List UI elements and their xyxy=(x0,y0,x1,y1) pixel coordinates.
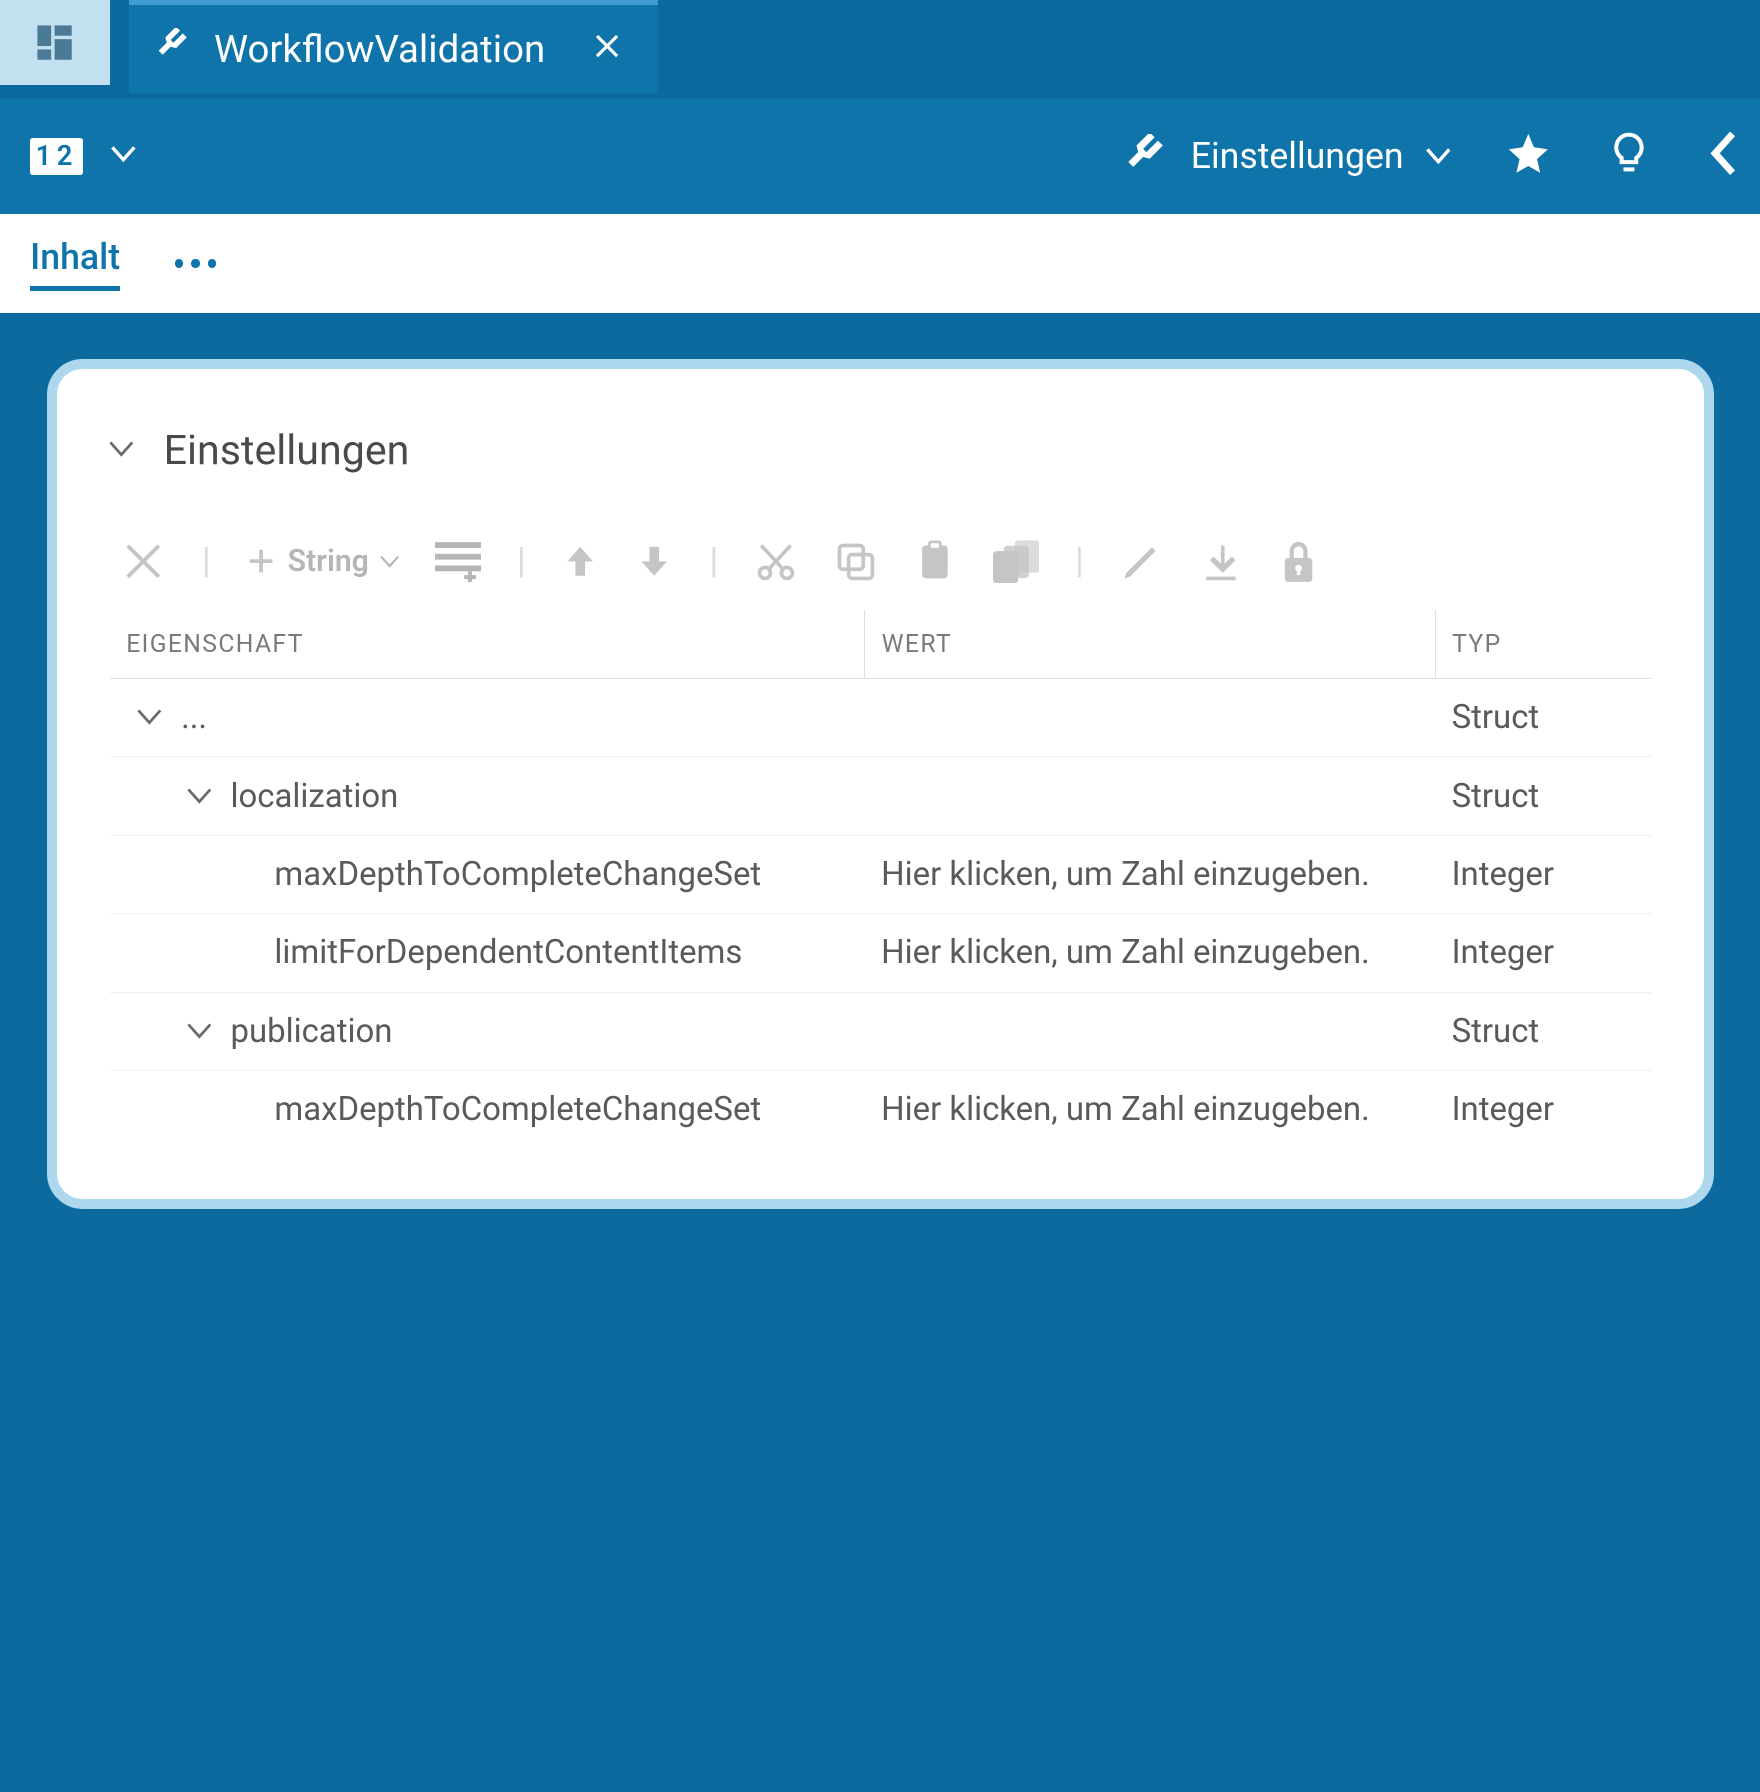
tab-row: WorkflowValidation xyxy=(0,0,1760,99)
scissors-icon xyxy=(754,540,798,584)
value-cell xyxy=(865,678,1435,756)
type-cell: Struct xyxy=(1435,757,1651,835)
duplicate-button[interactable] xyxy=(993,540,1040,584)
chevron-down-icon xyxy=(111,146,136,162)
tab-close-button[interactable] xyxy=(592,31,622,67)
value-cell xyxy=(865,757,1435,835)
type-cell: Struct xyxy=(1435,992,1651,1070)
dot-icon xyxy=(208,259,216,267)
settings-dropdown[interactable]: Einstellungen xyxy=(1125,134,1450,178)
paste-icon xyxy=(913,540,957,584)
value-cell[interactable]: Hier klicken, um Zahl einzugeben. xyxy=(865,914,1435,992)
value-cell[interactable]: Hier klicken, um Zahl einzugeben. xyxy=(865,835,1435,913)
type-selector-label: String xyxy=(288,544,369,579)
lock-button[interactable] xyxy=(1278,538,1319,585)
list-add-button[interactable] xyxy=(435,541,482,582)
duplicate-icon xyxy=(993,540,1040,584)
table-row[interactable]: publication Struct xyxy=(109,992,1651,1070)
arrow-up-icon xyxy=(561,538,599,585)
chevron-down-icon xyxy=(109,441,134,457)
chevron-down-icon xyxy=(187,1023,212,1039)
col-property[interactable]: Eigenschaft xyxy=(109,610,864,678)
property-name: limitForDependentContentItems xyxy=(274,933,742,972)
subtab-row: Inhalt xyxy=(0,214,1760,313)
struct-table: Eigenschaft Wert Typ ...Structlocalizati… xyxy=(109,609,1652,1149)
copy-button[interactable] xyxy=(834,540,878,584)
subtab-content[interactable]: Inhalt xyxy=(30,236,120,291)
cut-button[interactable] xyxy=(754,540,798,584)
value-cell[interactable]: Hier klicken, um Zahl einzugeben. xyxy=(865,1070,1435,1148)
lock-icon xyxy=(1278,538,1319,585)
property-name: maxDepthToCompleteChangeSet xyxy=(274,1090,761,1129)
favorite-button[interactable] xyxy=(1505,130,1552,183)
dot-icon xyxy=(191,259,199,267)
locale-badge[interactable]: 12 xyxy=(30,138,83,175)
download-icon xyxy=(1199,540,1243,584)
tab-title: WorkflowValidation xyxy=(214,27,545,72)
download-button[interactable] xyxy=(1199,540,1243,584)
separator: | xyxy=(710,540,719,582)
col-type[interactable]: Typ xyxy=(1435,610,1651,678)
content-panel: Einstellungen | String | xyxy=(47,359,1714,1208)
row-expand-button[interactable] xyxy=(137,709,162,725)
table-row[interactable]: maxDepthToCompleteChangeSet Hier klicken,… xyxy=(109,1070,1651,1148)
property-name: maxDepthToCompleteChangeSet xyxy=(274,855,761,894)
table-row[interactable]: ... Struct xyxy=(109,678,1651,756)
property-name: localization xyxy=(230,777,398,816)
more-tabs-button[interactable] xyxy=(175,259,216,267)
plus-icon xyxy=(246,546,276,576)
section-title: Einstellungen xyxy=(164,427,410,475)
property-name: ... xyxy=(181,698,207,737)
type-cell: Integer xyxy=(1435,1070,1651,1148)
table-row[interactable]: maxDepthToCompleteChangeSet Hier klicken,… xyxy=(109,835,1651,913)
type-cell: Integer xyxy=(1435,835,1651,913)
wrench-icon xyxy=(1125,134,1169,178)
star-icon xyxy=(1505,130,1552,177)
section-header: Einstellungen xyxy=(109,427,1652,475)
move-down-button[interactable] xyxy=(635,538,673,585)
separator: | xyxy=(1075,540,1084,582)
settings-label: Einstellungen xyxy=(1191,135,1404,177)
value-cell xyxy=(865,992,1435,1070)
lightbulb-icon xyxy=(1607,131,1651,175)
struct-toolbar: | String | | xyxy=(109,538,1652,609)
settings-wrench-icon xyxy=(156,28,192,70)
copy-icon xyxy=(834,540,878,584)
toolbar: 12 Einstellungen xyxy=(0,99,1760,214)
chevron-down-icon xyxy=(380,555,399,569)
separator: | xyxy=(202,540,211,582)
delete-button[interactable] xyxy=(120,538,167,585)
active-tab[interactable]: WorkflowValidation xyxy=(129,0,658,93)
locale-dropdown-button[interactable] xyxy=(111,144,136,169)
type-cell: Integer xyxy=(1435,914,1651,992)
dashboard-home-button[interactable] xyxy=(0,0,110,85)
chevron-left-icon xyxy=(1705,130,1741,177)
add-property-button[interactable]: String xyxy=(246,544,399,579)
chevron-down-icon xyxy=(1426,148,1451,164)
pencil-icon xyxy=(1119,540,1163,584)
chevron-down-icon xyxy=(187,788,212,804)
close-icon xyxy=(592,31,622,61)
separator: | xyxy=(517,540,526,582)
table-row[interactable]: limitForDependentContentItems Hier klicke… xyxy=(109,914,1651,992)
row-expand-button[interactable] xyxy=(187,788,212,804)
dot-icon xyxy=(175,259,183,267)
arrow-down-icon xyxy=(635,538,673,585)
chevron-down-icon xyxy=(137,709,162,725)
collapse-button[interactable] xyxy=(1705,130,1741,183)
type-cell: Struct xyxy=(1435,678,1651,756)
table-row[interactable]: localization Struct xyxy=(109,757,1651,835)
section-collapse-button[interactable] xyxy=(109,439,134,464)
col-value[interactable]: Wert xyxy=(865,610,1435,678)
row-expand-button[interactable] xyxy=(187,1023,212,1039)
delete-x-icon xyxy=(120,538,167,585)
paste-button[interactable] xyxy=(913,540,957,584)
dashboard-icon xyxy=(34,22,75,63)
move-up-button[interactable] xyxy=(561,538,599,585)
edit-button[interactable] xyxy=(1119,540,1163,584)
property-name: publication xyxy=(230,1012,392,1051)
list-plus-icon xyxy=(435,541,482,582)
content-area: Einstellungen | String | xyxy=(0,313,1760,1256)
hint-button[interactable] xyxy=(1607,131,1651,181)
